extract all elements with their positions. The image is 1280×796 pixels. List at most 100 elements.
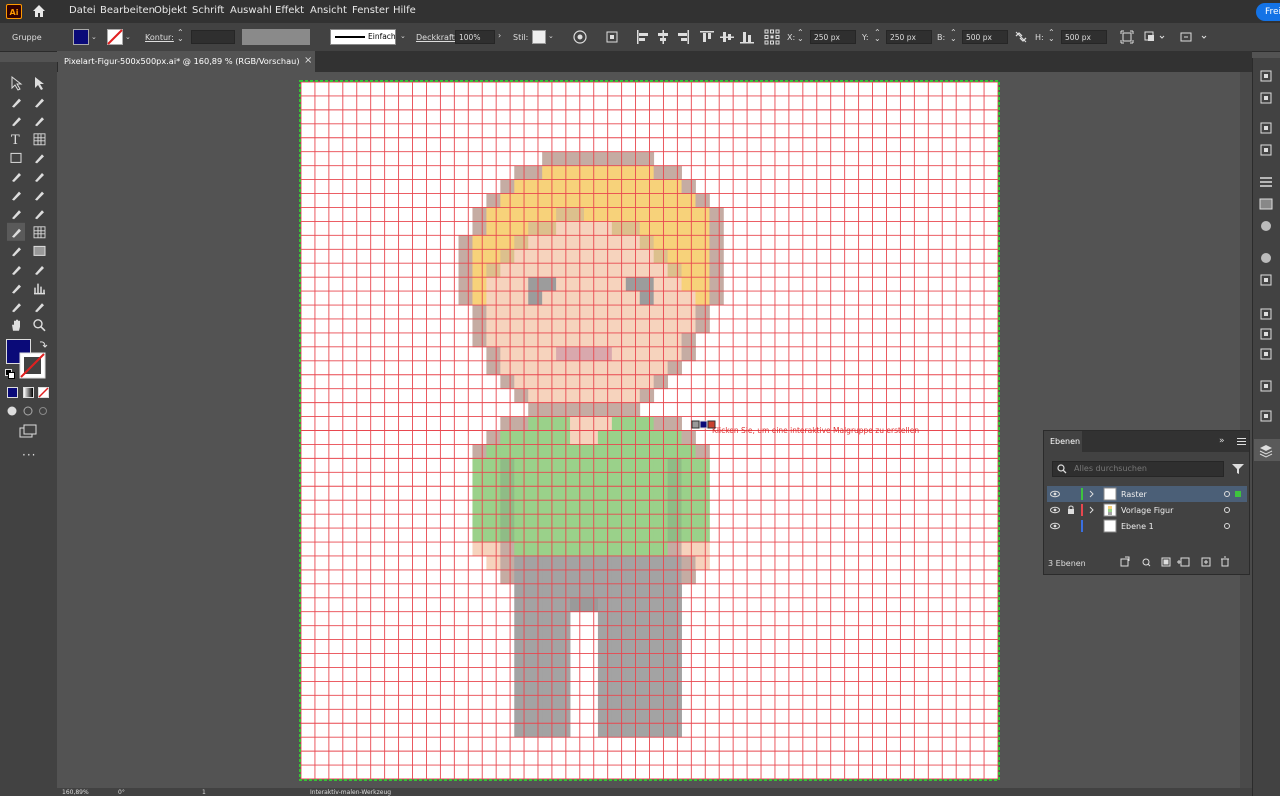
- pixel-cell[interactable]: [695, 500, 710, 515]
- pixel-cell[interactable]: [528, 346, 543, 362]
- pixel-cell[interactable]: [611, 235, 627, 250]
- pixel-cell[interactable]: [514, 318, 529, 334]
- layers-tab[interactable]: Ebenen: [1044, 431, 1082, 452]
- align-to-icon[interactable]: [605, 30, 623, 44]
- pixel-cell[interactable]: [556, 346, 571, 362]
- pixel-cell[interactable]: [611, 402, 627, 417]
- pixel-cell[interactable]: [625, 388, 641, 404]
- pixel-cell[interactable]: [653, 305, 669, 320]
- pixel-cell[interactable]: [500, 458, 515, 473]
- pixel-cell[interactable]: [528, 402, 543, 417]
- pixel-cell[interactable]: [597, 207, 613, 222]
- pixel-cell[interactable]: [458, 235, 473, 250]
- pixel-cell[interactable]: [486, 472, 501, 487]
- pixel-cell[interactable]: [542, 542, 557, 557]
- pixel-cell[interactable]: [570, 263, 585, 278]
- pixel-cell[interactable]: [611, 193, 627, 208]
- slice-tool-icon[interactable]: [34, 303, 44, 314]
- pixel-cell[interactable]: [542, 444, 557, 459]
- pixel-cell[interactable]: [583, 597, 599, 613]
- pixel-cell[interactable]: [681, 277, 696, 292]
- layer-name-vorlage-figur[interactable]: Vorlage Figur: [1121, 506, 1173, 515]
- pixel-cell[interactable]: [695, 305, 710, 320]
- pixel-cell[interactable]: [583, 249, 599, 264]
- pixel-cell[interactable]: [667, 681, 682, 696]
- pixel-cell[interactable]: [514, 291, 529, 306]
- pixel-cell[interactable]: [639, 221, 655, 236]
- pixel-cell[interactable]: [528, 207, 543, 222]
- menu-fenster[interactable]: Fenster: [352, 5, 389, 16]
- pixel-cell[interactable]: [667, 528, 682, 543]
- brush-definition[interactable]: Einfach: [330, 29, 396, 45]
- pixel-cell[interactable]: [500, 318, 515, 334]
- pixel-cell[interactable]: [709, 207, 724, 222]
- pixel-cell[interactable]: [542, 569, 557, 585]
- pixel-cell[interactable]: [528, 695, 543, 710]
- pixel-cell[interactable]: [611, 291, 627, 306]
- pixel-cell[interactable]: [542, 472, 557, 487]
- pixel-cell[interactable]: [556, 695, 571, 710]
- pixel-cell[interactable]: [611, 611, 627, 627]
- pixel-cell[interactable]: [625, 472, 641, 487]
- free-transform-icon[interactable]: [34, 210, 44, 221]
- pixel-cell[interactable]: [583, 332, 599, 348]
- pixel-cell[interactable]: [639, 555, 655, 571]
- pixel-cell[interactable]: [514, 360, 529, 376]
- target-icon[interactable]: [1224, 491, 1230, 497]
- pixel-cell[interactable]: [556, 165, 571, 180]
- pixel-cell[interactable]: [514, 305, 529, 320]
- pixel-cell[interactable]: [709, 263, 724, 278]
- pixel-cell[interactable]: [528, 235, 543, 250]
- pixel-cell[interactable]: [625, 555, 641, 571]
- pixel-cell[interactable]: [597, 472, 613, 487]
- pixel-cell[interactable]: [570, 374, 585, 390]
- pixel-cell[interactable]: [472, 235, 487, 250]
- pixel-cell[interactable]: [486, 360, 501, 376]
- pixel-cell[interactable]: [667, 360, 682, 376]
- pixel-cell[interactable]: [528, 318, 543, 334]
- pixel-cell[interactable]: [556, 402, 571, 417]
- direct-selection-tool-icon[interactable]: [35, 77, 44, 90]
- align-center-icon[interactable]: [656, 30, 670, 44]
- pixel-cell[interactable]: [500, 514, 515, 529]
- pixel-cell[interactable]: [542, 263, 557, 278]
- pixel-cell[interactable]: [667, 653, 682, 668]
- pixel-cell[interactable]: [695, 444, 710, 459]
- pixel-cell[interactable]: [528, 486, 543, 501]
- pixel-cell[interactable]: [570, 597, 585, 613]
- pixel-cell[interactable]: [625, 583, 641, 599]
- pixel-cell[interactable]: [486, 235, 501, 250]
- pixel-cell[interactable]: [639, 235, 655, 250]
- swap-colors-icon[interactable]: [38, 339, 48, 349]
- pixel-cell[interactable]: [611, 528, 627, 543]
- pixel-cell[interactable]: [639, 486, 655, 501]
- pixel-cell[interactable]: [611, 249, 627, 264]
- pixel-cell[interactable]: [625, 542, 641, 557]
- align-left-icon[interactable]: [636, 30, 650, 44]
- pixel-cell[interactable]: [486, 193, 501, 208]
- pixel-cell[interactable]: [556, 318, 571, 334]
- appearance-icon[interactable]: [1261, 253, 1271, 263]
- pixel-cell[interactable]: [528, 416, 543, 431]
- menu-ansicht[interactable]: Ansicht: [310, 5, 347, 16]
- pixel-cell[interactable]: [514, 542, 529, 557]
- layers-footer-icons[interactable]: [1118, 556, 1238, 568]
- pixel-cell[interactable]: [556, 472, 571, 487]
- pixel-cell[interactable]: [667, 318, 682, 334]
- pixel-cell[interactable]: [653, 263, 669, 278]
- pixel-cell[interactable]: [542, 653, 557, 668]
- transform-reference-icon[interactable]: [764, 29, 780, 45]
- pixel-cell[interactable]: [611, 709, 627, 724]
- pixel-cell[interactable]: [570, 388, 585, 404]
- pixel-cell[interactable]: [528, 291, 543, 306]
- pixel-cell[interactable]: [625, 597, 641, 613]
- pixel-cell[interactable]: [597, 179, 613, 194]
- pixel-cell[interactable]: [625, 625, 641, 640]
- pixel-cell[interactable]: [625, 667, 641, 682]
- pixel-cell[interactable]: [681, 500, 696, 515]
- pixel-cell[interactable]: [695, 472, 710, 487]
- expand-chevron-icon[interactable]: [1089, 506, 1094, 514]
- pixel-cell[interactable]: [597, 583, 613, 599]
- pixel-cell[interactable]: [514, 639, 529, 654]
- pixel-cell[interactable]: [500, 472, 515, 487]
